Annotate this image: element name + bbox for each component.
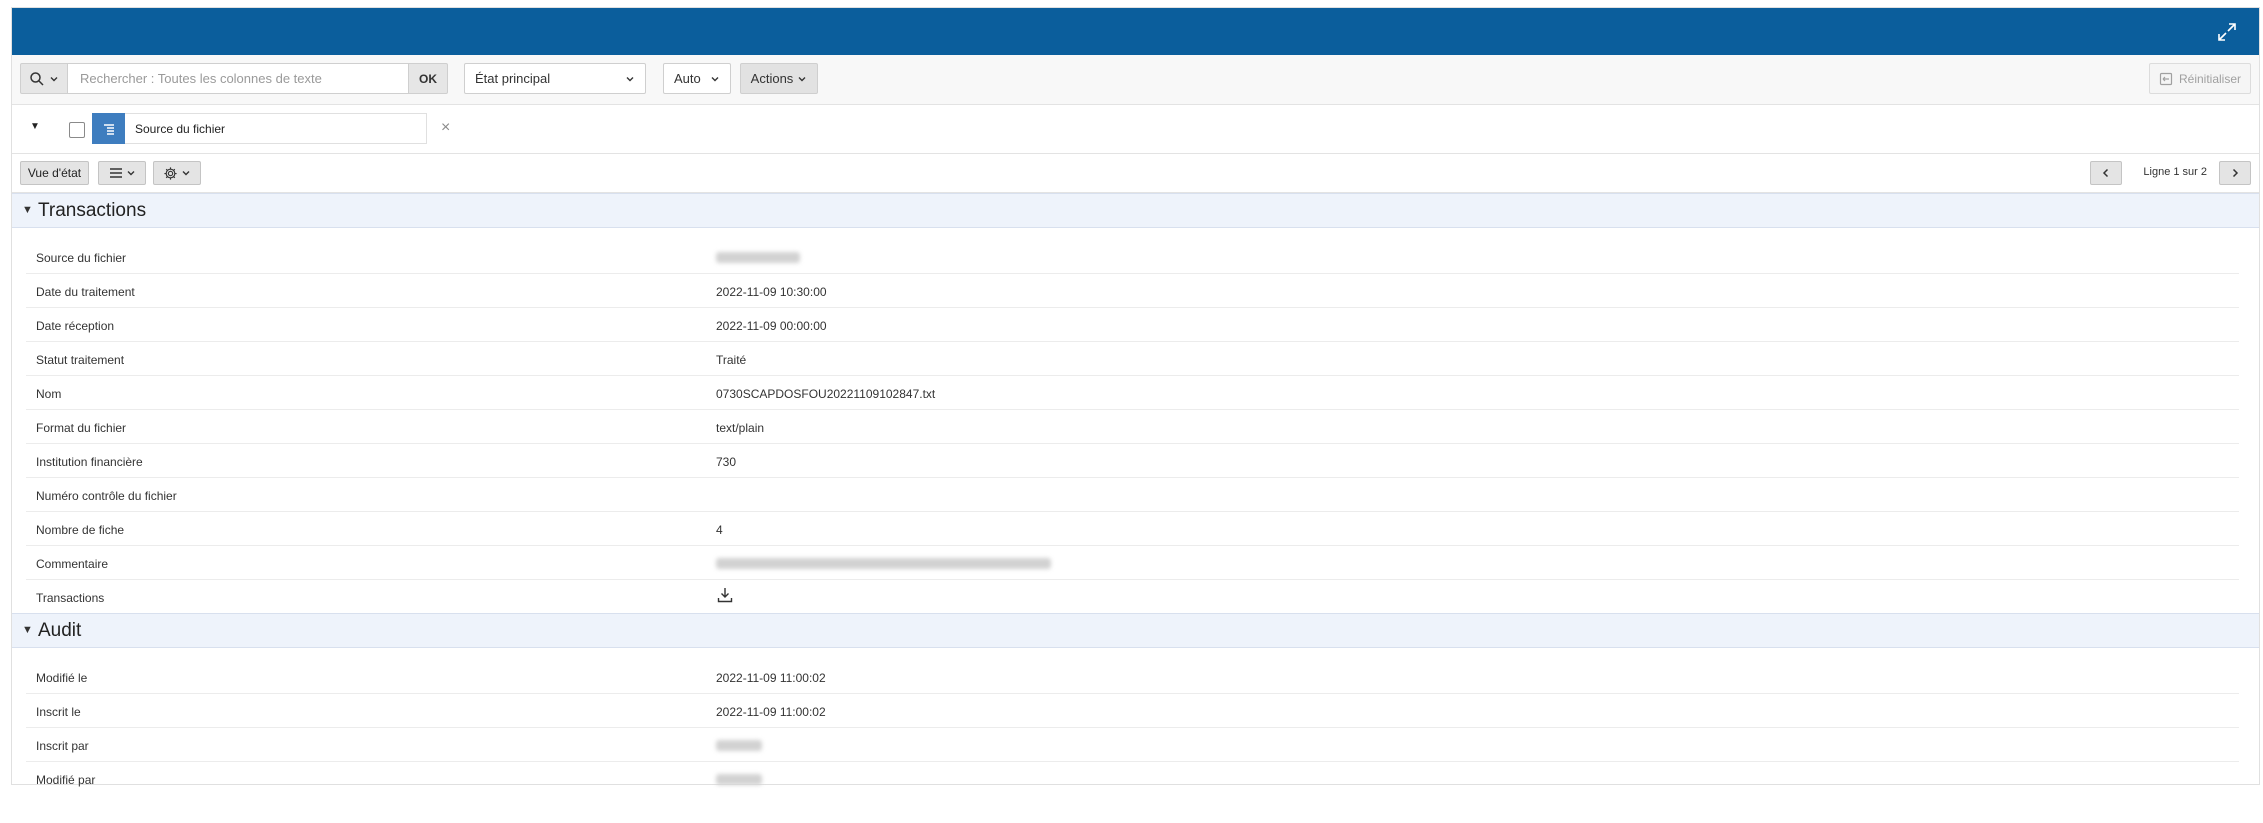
detail-row: Inscrit par	[26, 728, 2239, 762]
field-value: 2022-11-09 11:00:02	[716, 705, 826, 719]
view-bar: Vue d'état Ligne 1 sur 2	[12, 154, 2259, 193]
field-label: Inscrit par	[36, 739, 89, 753]
rows-select-value: Auto	[674, 71, 701, 86]
detail-row: Source du fichier	[26, 240, 2239, 274]
interactive-report-region: Rechercher : Toutes les colonnes de text…	[11, 7, 2260, 787]
detail-row: Modifié le 2022-11-09 11:00:02	[26, 660, 2239, 694]
redacted-value	[716, 740, 762, 751]
transactions-section: ▼ Transactions Source du fichier Date du…	[12, 193, 2259, 613]
detail-row: Format du fichier text/plain	[26, 410, 2239, 444]
collapse-filters-toggle[interactable]: ▼	[30, 121, 40, 132]
field-value: 4	[716, 523, 723, 537]
redacted-value	[716, 774, 762, 785]
region-header	[12, 8, 2259, 55]
field-label: Source du fichier	[36, 251, 127, 265]
control-break-icon[interactable]	[92, 113, 125, 144]
redacted-value	[716, 252, 800, 263]
report-select[interactable]: État principal	[464, 63, 646, 94]
field-value: Traité	[716, 353, 747, 367]
detail-row: Commentaire	[26, 546, 2239, 580]
reset-button[interactable]: Réinitialiser	[2149, 63, 2251, 94]
chevron-right-icon	[2232, 168, 2239, 178]
detail-row: Statut traitement Traité	[26, 342, 2239, 376]
chevron-down-icon	[50, 76, 58, 81]
filter-label[interactable]: Source du fichier	[125, 113, 427, 144]
search-go-button[interactable]: OK	[408, 63, 448, 94]
chevron-down-icon	[798, 76, 806, 81]
detail-row: Modifié par	[26, 762, 2239, 795]
actions-menu-button[interactable]: Actions	[740, 63, 818, 94]
field-value: 2022-11-09 10:30:00	[716, 285, 827, 299]
reset-icon	[2159, 72, 2173, 85]
audit-section-header[interactable]: ▼ Audit	[12, 613, 2259, 648]
remove-filter-icon[interactable]: ×	[441, 119, 450, 137]
search-toolbar: Rechercher : Toutes les colonnes de text…	[12, 55, 2259, 105]
field-label: Numéro contrôle du fichier	[36, 489, 177, 503]
chevron-down-icon	[182, 171, 190, 176]
detail-row: Nom 0730SCAPDOSFOU20221109102847.txt	[26, 376, 2239, 410]
report-select-value: État principal	[475, 71, 551, 86]
field-label: Modifié par	[36, 773, 96, 787]
reset-label: Réinitialiser	[2178, 71, 2242, 86]
section-title: Audit	[38, 620, 82, 641]
field-label: Format du fichier	[36, 421, 127, 435]
transactions-section-header[interactable]: ▼ Transactions	[12, 193, 2259, 228]
field-label: Transactions	[36, 591, 105, 605]
field-label: Statut traitement	[36, 353, 125, 367]
detail-row: Institution financière 730	[26, 444, 2239, 478]
download-icon[interactable]	[716, 586, 734, 607]
collapse-triangle-icon: ▼	[22, 624, 33, 636]
search-input[interactable]: Rechercher : Toutes les colonnes de text…	[68, 63, 408, 94]
field-value: 2022-11-09 11:00:02	[716, 671, 826, 685]
field-label: Institution financière	[36, 455, 143, 469]
field-label: Inscrit le	[36, 705, 81, 719]
chevron-down-icon	[127, 171, 134, 176]
field-value: 2022-11-09 00:00:00	[716, 319, 827, 333]
field-label: Nom	[36, 387, 62, 401]
filter-enable-checkbox[interactable]	[69, 122, 85, 138]
audit-rows: Modifié le 2022-11-09 11:00:02 Inscrit l…	[12, 648, 2259, 795]
next-row-button[interactable]	[2219, 161, 2251, 185]
list-icon	[109, 168, 122, 178]
field-value: 0730SCAPDOSFOU20221109102847.txt	[716, 387, 936, 401]
section-title: Transactions	[38, 200, 147, 221]
field-label: Modifié le	[36, 671, 88, 685]
audit-section: ▼ Audit Modifié le 2022-11-09 11:00:02 I…	[12, 613, 2259, 795]
search-column-button[interactable]	[20, 63, 68, 94]
gear-icon	[164, 166, 177, 180]
field-label: Date du traitement	[36, 285, 135, 299]
field-label: Commentaire	[36, 557, 109, 571]
actions-label: Actions	[750, 71, 794, 86]
transactions-rows: Source du fichier Date du traitement 202…	[12, 228, 2259, 613]
detail-row: Inscrit le 2022-11-09 11:00:02	[26, 694, 2239, 728]
chevron-down-icon	[626, 76, 634, 81]
list-view-menu-button[interactable]	[98, 161, 146, 185]
expand-icon[interactable]	[2215, 20, 2239, 44]
redacted-value	[716, 558, 1051, 569]
field-value: 730	[716, 455, 737, 469]
collapse-triangle-icon: ▼	[22, 204, 33, 216]
single-row-view-button[interactable]: Vue d'état	[20, 161, 89, 185]
field-label: Date réception	[36, 319, 115, 333]
rows-per-page-select[interactable]: Auto	[663, 63, 731, 94]
field-label: Nombre de fiche	[36, 523, 125, 537]
previous-row-button[interactable]	[2090, 161, 2122, 185]
chevron-down-icon	[711, 76, 719, 81]
detail-row: Date réception 2022-11-09 00:00:00	[26, 308, 2239, 342]
chevron-left-icon	[2102, 168, 2109, 178]
settings-menu-button[interactable]	[153, 161, 201, 185]
detail-row: Date du traitement 2022-11-09 10:30:00	[26, 274, 2239, 308]
pagination-label: Ligne 1 sur 2	[2143, 166, 2207, 178]
detail-row: Nombre de fiche 4	[26, 512, 2239, 546]
detail-row: Transactions	[26, 580, 2239, 613]
filter-bar: ▼ Source du fichier ×	[12, 105, 2259, 154]
search-icon	[30, 71, 44, 86]
field-value: text/plain	[716, 421, 765, 435]
detail-row: Numéro contrôle du fichier	[26, 478, 2239, 512]
